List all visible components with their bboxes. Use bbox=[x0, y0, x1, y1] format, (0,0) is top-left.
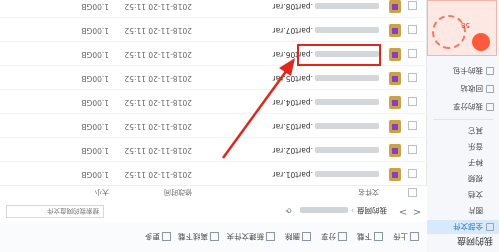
screenshot-stage: 我的网盘 全部文件 图片 文档 视频 种子 音乐 其它 我的分享 回收站 我的卡… bbox=[0, 0, 499, 252]
pointer-arrow bbox=[221, 58, 295, 159]
arrow-head bbox=[279, 58, 295, 76]
arrow-shaft bbox=[221, 69, 289, 159]
